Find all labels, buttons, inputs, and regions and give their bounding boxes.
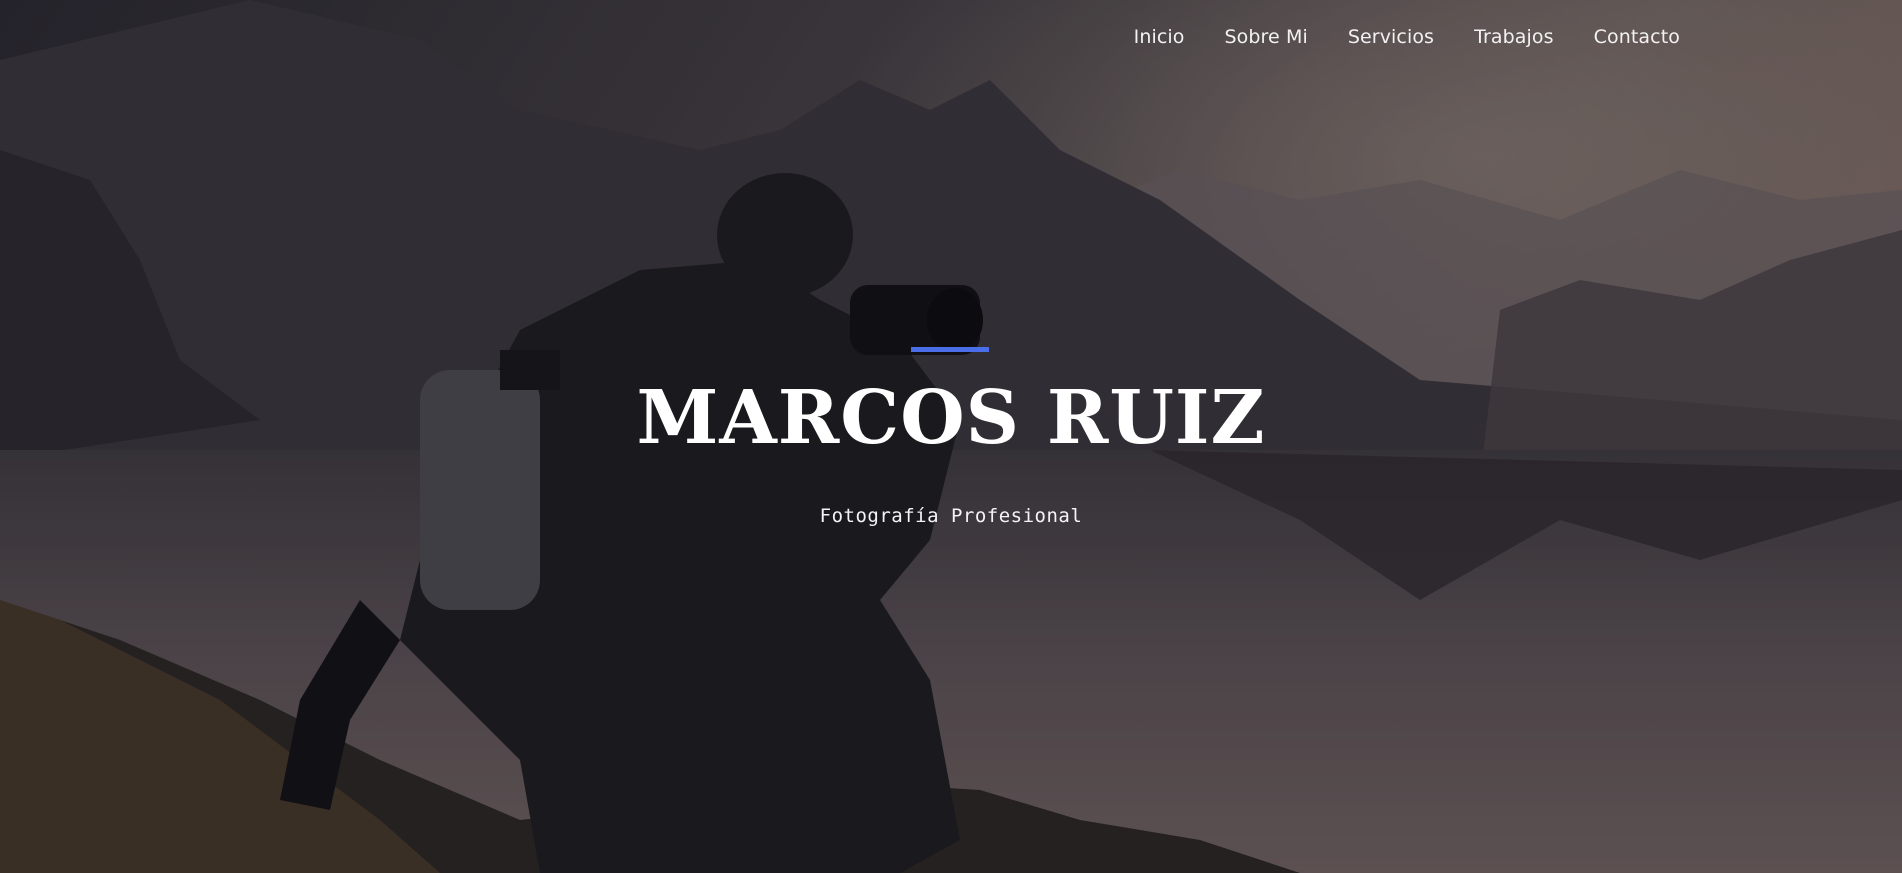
hero-section: Inicio Sobre Mi Servicios Trabajos Conta… <box>0 0 1902 873</box>
hero-title: MARCOS RUIZ <box>636 375 1266 461</box>
hero-subtitle: Fotografía Profesional <box>819 505 1083 527</box>
main-nav: Inicio Sobre Mi Servicios Trabajos Conta… <box>1134 26 1680 48</box>
nav-item-contacto[interactable]: Contacto <box>1594 26 1680 48</box>
nav-item-inicio[interactable]: Inicio <box>1134 26 1185 48</box>
nav-item-sobre-mi[interactable]: Sobre Mi <box>1224 26 1307 48</box>
nav-item-servicios[interactable]: Servicios <box>1348 26 1434 48</box>
nav-item-trabajos[interactable]: Trabajos <box>1474 26 1554 48</box>
title-accent-line <box>911 347 989 352</box>
